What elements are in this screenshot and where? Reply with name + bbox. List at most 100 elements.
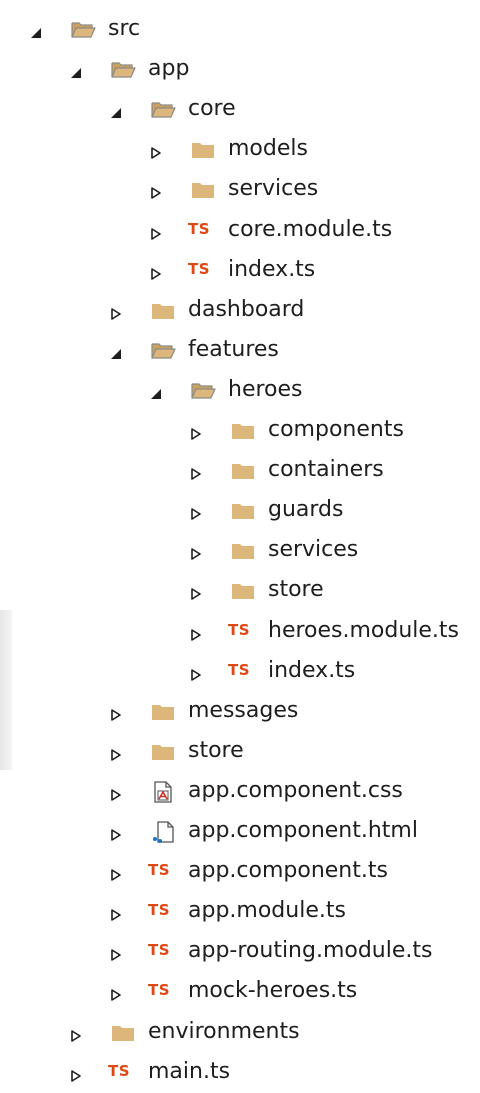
collapsed-arrow-icon[interactable] xyxy=(70,1027,82,1042)
folder-open-icon xyxy=(150,97,176,123)
expanded-arrow-icon[interactable] xyxy=(150,385,162,399)
tree-item-label: main.ts xyxy=(148,1058,231,1084)
collapsed-arrow-icon[interactable] xyxy=(190,465,202,480)
collapsed-arrow-icon[interactable] xyxy=(110,305,122,320)
tree-item-app[interactable]: app xyxy=(0,50,480,90)
tree-item-label: mock-heroes.ts xyxy=(188,978,358,1004)
folder-icon xyxy=(230,418,256,444)
tree-item-services[interactable]: services xyxy=(0,531,480,571)
css-file-icon xyxy=(150,779,176,805)
tree-item-label: index.ts xyxy=(268,657,356,683)
tree-item-index-ts[interactable]: TS index.ts xyxy=(0,251,480,291)
tree-item-label: store xyxy=(188,737,244,763)
tree-item-store[interactable]: store xyxy=(0,571,480,611)
tree-item-app-routing-module-ts[interactable]: TS app-routing.module.ts xyxy=(0,932,480,972)
folder-icon xyxy=(230,458,256,484)
tree-item-mock-heroes-ts[interactable]: TS mock-heroes.ts xyxy=(0,972,480,1012)
tree-item-label: app.module.ts xyxy=(188,898,346,924)
tree-item-label: heroes.module.ts xyxy=(268,617,460,643)
collapsed-arrow-icon[interactable] xyxy=(110,986,122,1002)
expanded-arrow-icon[interactable] xyxy=(30,24,42,38)
tree-item-label: app xyxy=(148,56,190,82)
tree-item-app-component-ts[interactable]: TS app.component.ts xyxy=(0,852,480,892)
expanded-arrow-icon[interactable] xyxy=(70,64,82,79)
tree-item-models[interactable]: models xyxy=(0,130,480,170)
tree-item-label: core.module.ts xyxy=(228,216,393,242)
collapsed-arrow-icon[interactable] xyxy=(70,1067,82,1082)
folder-icon xyxy=(150,298,176,324)
tree-item-environments[interactable]: environments xyxy=(0,1013,480,1053)
folder-open-icon xyxy=(70,17,96,43)
collapsed-arrow-icon[interactable] xyxy=(110,706,122,721)
tree-item-services[interactable]: services xyxy=(0,170,480,210)
collapsed-arrow-icon[interactable] xyxy=(110,906,122,921)
tree-item-heroes[interactable]: heroes xyxy=(0,371,480,411)
tree-item-src[interactable]: src xyxy=(0,10,480,50)
folder-open-icon xyxy=(190,378,216,404)
typescript-file-icon: TS xyxy=(148,861,171,880)
folder-icon xyxy=(230,498,256,524)
typescript-file-icon: TS xyxy=(228,620,251,639)
collapsed-arrow-icon[interactable] xyxy=(190,505,202,520)
folder-icon xyxy=(150,699,176,725)
tree-item-heroes-module-ts[interactable]: TS heroes.module.ts xyxy=(0,612,480,652)
tree-item-label: app-routing.module.ts xyxy=(188,938,433,964)
tree-item-core[interactable]: core xyxy=(0,90,480,130)
collapsed-arrow-icon[interactable] xyxy=(150,184,162,200)
tree-item-guards[interactable]: guards xyxy=(0,491,480,531)
tree-item-core-module-ts[interactable]: TS core.module.ts xyxy=(0,211,480,251)
collapsed-arrow-icon[interactable] xyxy=(110,826,122,841)
tree-item-label: services xyxy=(228,176,319,202)
typescript-file-icon: TS xyxy=(228,660,251,679)
tree-item-components[interactable]: components xyxy=(0,411,480,451)
folder-icon xyxy=(110,1020,136,1046)
collapsed-arrow-icon[interactable] xyxy=(150,265,162,280)
typescript-file-icon: TS xyxy=(188,219,211,238)
typescript-file-icon: TS xyxy=(148,901,171,920)
tree-item-label: dashboard xyxy=(188,296,305,322)
tree-item-label: core xyxy=(188,96,236,122)
collapsed-arrow-icon[interactable] xyxy=(190,626,202,641)
folder-icon xyxy=(150,739,176,765)
tree-item-label: services xyxy=(268,537,359,563)
collapsed-arrow-icon[interactable] xyxy=(110,866,122,881)
html-file-icon xyxy=(150,819,176,845)
tree-item-containers[interactable]: containers xyxy=(0,451,480,491)
tree-item-main-ts[interactable]: TS main.ts xyxy=(0,1053,480,1093)
tree-item-label: features xyxy=(188,336,279,362)
typescript-file-icon: TS xyxy=(148,941,171,960)
tree-item-app-module-ts[interactable]: TS app.module.ts xyxy=(0,892,480,932)
tree-item-messages[interactable]: messages xyxy=(0,692,480,732)
folder-icon xyxy=(190,137,216,163)
tree-item-store[interactable]: store xyxy=(0,732,480,772)
collapsed-arrow-icon[interactable] xyxy=(190,425,202,440)
typescript-file-icon: TS xyxy=(108,1061,131,1080)
tree-item-label: messages xyxy=(188,697,299,723)
tree-item-label: src xyxy=(108,16,141,41)
collapsed-arrow-icon[interactable] xyxy=(190,666,202,681)
tree-item-dashboard[interactable]: dashboard xyxy=(0,291,480,331)
folder-icon xyxy=(230,538,256,564)
expanded-arrow-icon[interactable] xyxy=(110,104,122,119)
tree-item-app-component-html[interactable]: app.component.html xyxy=(0,812,480,852)
collapsed-arrow-icon[interactable] xyxy=(110,746,122,761)
collapsed-arrow-icon[interactable] xyxy=(150,225,162,240)
collapsed-arrow-icon[interactable] xyxy=(190,585,202,601)
typescript-file-icon: TS xyxy=(188,259,211,278)
tree-item-index-ts[interactable]: TS index.ts xyxy=(0,652,480,692)
collapsed-arrow-icon[interactable] xyxy=(150,144,162,160)
collapsed-arrow-icon[interactable] xyxy=(110,786,122,801)
tree-item-label: app.component.html xyxy=(188,818,418,843)
collapsed-arrow-icon[interactable] xyxy=(110,946,122,962)
tree-item-features[interactable]: features xyxy=(0,331,480,371)
tree-item-label: app.component.css xyxy=(188,777,403,803)
tree-item-app-component-css[interactable]: app.component.css xyxy=(0,772,480,812)
tree-item-label: containers xyxy=(268,457,384,483)
tree-item-label: guards xyxy=(268,497,344,523)
expanded-arrow-icon[interactable] xyxy=(110,345,122,359)
tree-item-label: models xyxy=(228,136,308,162)
folder-icon xyxy=(230,578,256,604)
folder-open-icon xyxy=(110,57,136,83)
tree-item-label: heroes xyxy=(228,376,303,402)
collapsed-arrow-icon[interactable] xyxy=(190,545,202,561)
